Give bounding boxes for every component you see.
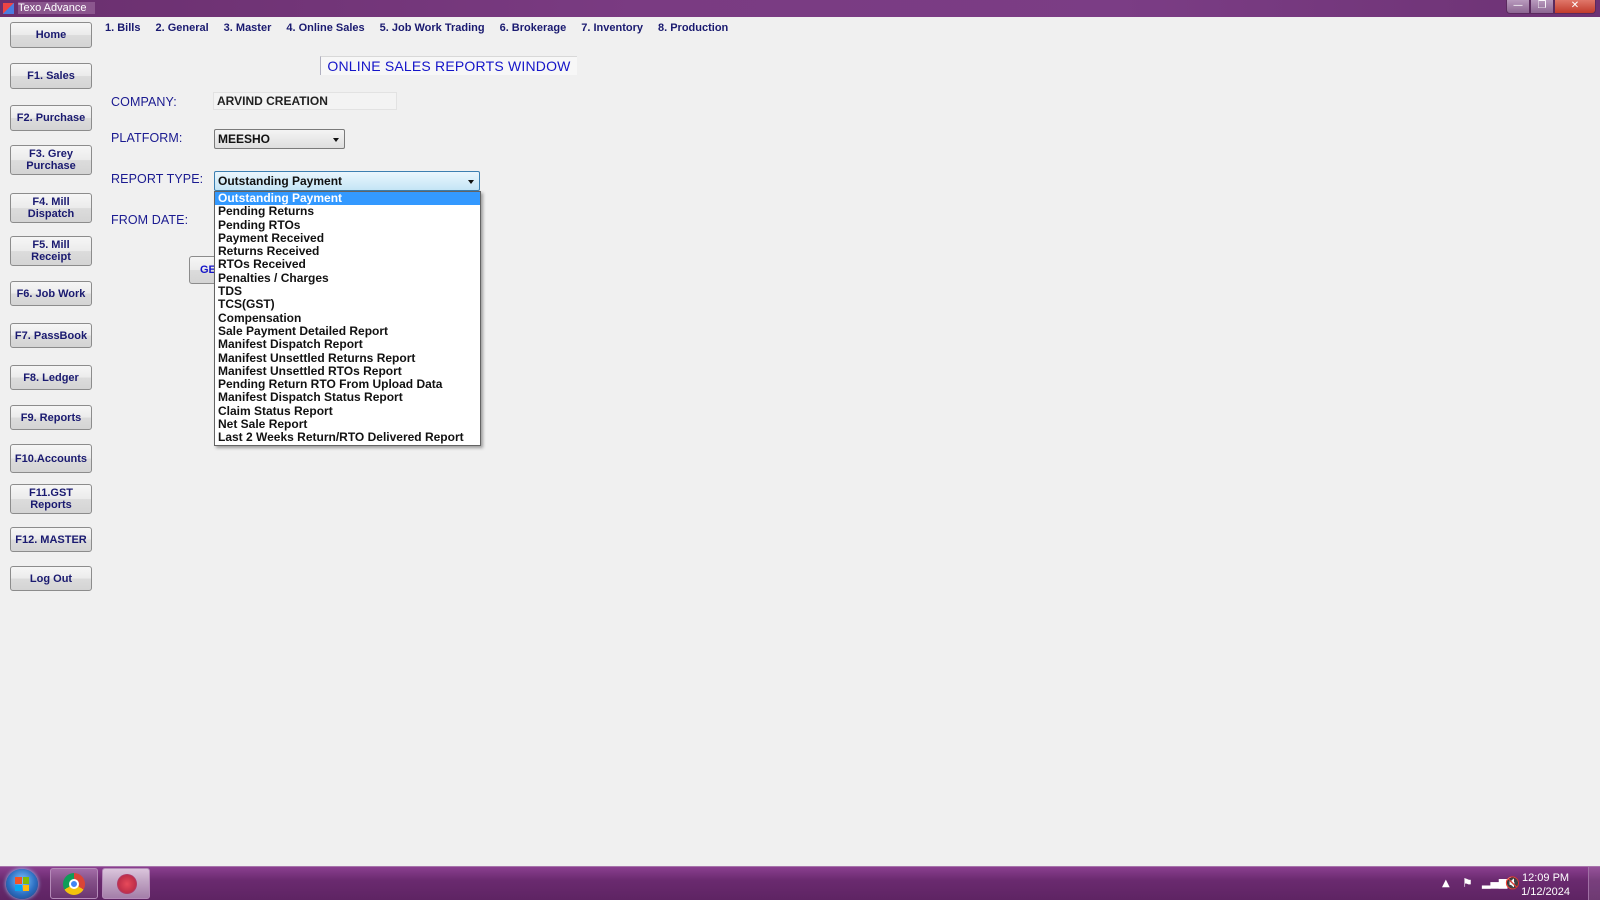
- menu-online-sales[interactable]: 4. Online Sales: [286, 21, 364, 35]
- sidebar-logout-button[interactable]: Log Out: [10, 566, 92, 591]
- platform-value: MEESHO: [218, 132, 271, 146]
- report-type-option[interactable]: TCS(GST): [215, 298, 480, 311]
- clock[interactable]: 12:09 PM 1/12/2024: [1521, 871, 1570, 899]
- report-type-option[interactable]: Penalties / Charges: [215, 271, 480, 285]
- report-type-option[interactable]: Manifest Dispatch Status Report: [215, 391, 480, 404]
- company-field: ARVIND CREATION: [213, 92, 397, 110]
- report-type-option[interactable]: Pending Return RTO From Upload Data: [215, 378, 480, 391]
- report-type-value: Outstanding Payment: [218, 174, 343, 188]
- report-type-option[interactable]: Claim Status Report: [215, 404, 480, 418]
- menu-bills[interactable]: 1. Bills: [105, 21, 140, 35]
- platform-select[interactable]: MEESHO: [214, 129, 345, 149]
- sidebar-passbook-button[interactable]: F7. PassBook: [10, 323, 92, 348]
- minimize-button[interactable]: —: [1506, 0, 1530, 14]
- company-label: COMPANY:: [111, 95, 177, 109]
- top-menu: 1. Bills 2. General 3. Master 4. Online …: [105, 21, 743, 35]
- sidebar-accounts-button[interactable]: F10.Accounts: [10, 444, 92, 473]
- sidebar-gst-reports-button[interactable]: F11.GST Reports: [10, 484, 92, 514]
- chevron-down-icon: [468, 180, 474, 184]
- system-tray: ▲ ⚑ ▂▄▆ 🔇 12:09 PM 1/12/2024: [1420, 867, 1600, 900]
- chevron-down-icon: [333, 138, 339, 142]
- volume-muted-icon[interactable]: 🔇: [1505, 876, 1520, 890]
- menu-production[interactable]: 8. Production: [658, 21, 728, 35]
- window-title: Texo Advance: [18, 2, 95, 14]
- sidebar-mill-dispatch-button[interactable]: F4. Mill Dispatch: [10, 193, 92, 223]
- menu-brokerage[interactable]: 6. Brokerage: [500, 21, 567, 35]
- report-type-option[interactable]: Sale Payment Detailed Report: [215, 324, 480, 338]
- start-button[interactable]: [6, 869, 38, 899]
- show-hidden-icon[interactable]: ▲: [1442, 878, 1450, 889]
- menu-master[interactable]: 3. Master: [224, 21, 272, 35]
- maximize-button[interactable]: ❐: [1530, 0, 1554, 14]
- sidebar-grey-purchase-button[interactable]: F3. Grey Purchase: [10, 145, 92, 175]
- sidebar-mill-receipt-button[interactable]: F5. Mill Receipt: [10, 236, 92, 266]
- action-center-icon[interactable]: ⚑: [1462, 876, 1473, 890]
- report-type-option[interactable]: Net Sale Report: [215, 417, 480, 431]
- report-type-option[interactable]: Payment Received: [215, 231, 480, 245]
- menu-job-work-trading[interactable]: 5. Job Work Trading: [380, 21, 485, 35]
- platform-label: PLATFORM:: [111, 131, 183, 145]
- sidebar-sales-button[interactable]: F1. Sales: [10, 63, 92, 89]
- report-type-option[interactable]: Manifest Dispatch Report: [215, 338, 480, 351]
- chrome-icon: [63, 873, 85, 895]
- report-type-option[interactable]: Compensation: [215, 311, 480, 325]
- window-controls: — ❐ ✕: [1506, 0, 1596, 14]
- sidebar-job-work-button[interactable]: F6. Job Work: [10, 281, 92, 306]
- windows-logo-icon: [15, 877, 29, 891]
- taskbar: ▲ ⚑ ▂▄▆ 🔇 12:09 PM 1/12/2024: [0, 866, 1600, 900]
- from-date-label: FROM DATE:: [111, 213, 189, 227]
- menu-inventory[interactable]: 7. Inventory: [581, 21, 643, 35]
- report-type-option[interactable]: Pending RTOs: [215, 218, 480, 232]
- title-bar: Texo Advance — ❐ ✕: [0, 0, 1600, 17]
- report-type-option[interactable]: Returns Received: [215, 245, 480, 258]
- app-icon: [117, 874, 137, 894]
- network-icon[interactable]: ▂▄▆: [1482, 876, 1507, 889]
- app-icon: [3, 3, 14, 14]
- close-button[interactable]: ✕: [1554, 0, 1596, 14]
- sidebar-reports-button[interactable]: F9. Reports: [10, 405, 92, 430]
- sidebar-master-button[interactable]: F12. MASTER: [10, 527, 92, 552]
- report-type-label: REPORT TYPE:: [111, 172, 204, 186]
- clock-date: 1/12/2024: [1521, 886, 1570, 898]
- report-type-option[interactable]: Pending Returns: [215, 205, 480, 218]
- sidebar-home-button[interactable]: Home: [10, 22, 92, 48]
- report-type-option[interactable]: Manifest Unsettled RTOs Report: [215, 364, 480, 378]
- report-type-dropdown-list[interactable]: Outstanding Payment Pending Returns Pendin…: [214, 191, 481, 446]
- taskbar-texo-advance[interactable]: [102, 868, 150, 899]
- page-title: ONLINE SALES REPORTS WINDOW: [320, 56, 577, 75]
- report-type-select[interactable]: Outstanding Payment: [214, 171, 480, 191]
- taskbar-chrome[interactable]: [50, 868, 98, 899]
- report-type-option[interactable]: RTOs Received: [215, 258, 480, 271]
- menu-general[interactable]: 2. General: [155, 21, 208, 35]
- report-type-option[interactable]: TDS: [215, 284, 480, 298]
- show-desktop-button[interactable]: [1588, 867, 1600, 900]
- clock-time: 12:09 PM: [1521, 872, 1570, 884]
- report-type-option[interactable]: Manifest Unsettled Returns Report: [215, 351, 480, 365]
- sidebar-purchase-button[interactable]: F2. Purchase: [10, 105, 92, 131]
- report-type-option[interactable]: Last 2 Weeks Return/RTO Delivered Report: [215, 431, 480, 444]
- report-type-option[interactable]: Outstanding Payment: [215, 192, 480, 206]
- sidebar-ledger-button[interactable]: F8. Ledger: [10, 365, 92, 390]
